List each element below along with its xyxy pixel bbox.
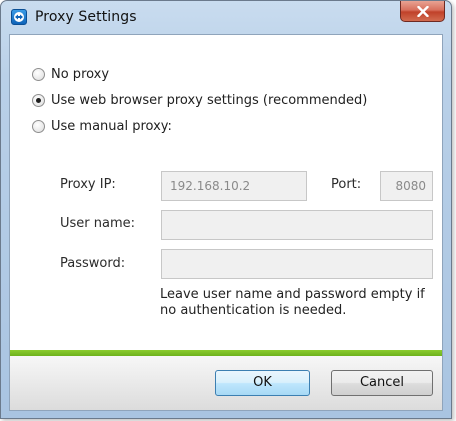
proxy-ip-label: Proxy IP: (60, 177, 116, 192)
browser-proxy-radio[interactable] (32, 93, 45, 107)
password-field[interactable] (161, 249, 433, 279)
no-proxy-label: No proxy (51, 66, 110, 82)
username-field[interactable] (161, 210, 433, 240)
credentials-hint: Leave user name and password empty if no… (160, 287, 425, 318)
button-bar: OK Cancel (10, 356, 442, 410)
teamviewer-icon (11, 9, 27, 25)
browser-proxy-option[interactable]: Use web browser proxy settings (recommen… (32, 91, 367, 109)
port-label: Port: (331, 177, 362, 192)
browser-proxy-label: Use web browser proxy settings (recommen… (51, 92, 368, 108)
no-proxy-radio[interactable] (32, 67, 45, 81)
close-icon (417, 6, 429, 17)
username-label: User name: (60, 216, 136, 231)
proxy-ip-field[interactable]: 192.168.10.2 (161, 171, 307, 201)
no-proxy-option[interactable]: No proxy (32, 65, 109, 83)
port-field[interactable]: 8080 (380, 171, 433, 201)
password-label: Password: (60, 256, 126, 271)
close-button[interactable] (400, 1, 445, 22)
manual-proxy-label: Use manual proxy: (51, 118, 172, 134)
window-title: Proxy Settings (35, 9, 137, 25)
cancel-button[interactable]: Cancel (331, 370, 433, 396)
manual-proxy-option[interactable]: Use manual proxy: (32, 117, 172, 135)
ok-button[interactable]: OK (215, 370, 310, 396)
manual-proxy-radio[interactable] (32, 119, 45, 133)
proxy-settings-dialog: Proxy Settings No proxy Use web browser … (0, 0, 452, 419)
title-bar[interactable]: Proxy Settings (1, 1, 451, 34)
dialog-body: No proxy Use web browser proxy settings … (9, 34, 443, 411)
